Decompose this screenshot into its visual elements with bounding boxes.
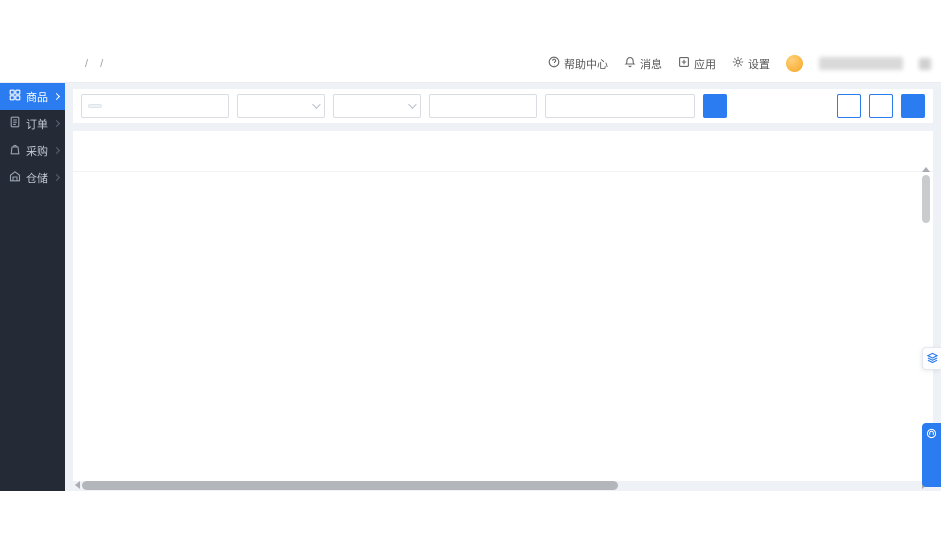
header-action-label: 帮助中心 <box>564 58 608 71</box>
product-table <box>73 146 933 172</box>
bell-icon <box>624 56 636 71</box>
supplier-select[interactable] <box>429 94 537 118</box>
category-tag <box>88 104 102 108</box>
header-action[interactable]: 帮助中心 <box>548 56 608 72</box>
header-extra-icon[interactable] <box>919 57 931 70</box>
warehouse-icon <box>9 170 21 185</box>
header-action[interactable]: 消息 <box>624 56 662 72</box>
header-action-label: 设置 <box>748 58 770 71</box>
horizontal-scrollbar[interactable] <box>75 480 927 490</box>
sidebar-item-goods[interactable]: 商品 <box>0 83 65 110</box>
scroll-left-icon[interactable] <box>75 481 80 489</box>
status-select[interactable] <box>237 94 325 118</box>
purchase-icon <box>9 143 21 158</box>
screenshot-canvas: / / 帮助中心 消息 应用 设置 商品 订单 采购 仓储 <box>0 0 941 542</box>
import-button[interactable] <box>837 94 861 118</box>
chevron-right-icon <box>52 92 61 101</box>
header-action[interactable]: 应用 <box>678 56 716 72</box>
horizontal-scroll-thumb[interactable] <box>82 480 619 490</box>
sidebar-item-warehouse[interactable]: 仓储 <box>0 164 65 191</box>
breadcrumb: / / <box>85 57 104 70</box>
tasks-floating-tab[interactable] <box>922 347 941 370</box>
app-window: / / 帮助中心 消息 应用 设置 商品 订单 采购 仓储 <box>0 45 941 492</box>
export-button[interactable] <box>869 94 893 118</box>
apps-icon <box>678 56 690 71</box>
headset-icon <box>926 428 937 439</box>
username-redacted <box>819 57 903 70</box>
chevron-down-icon <box>408 100 417 109</box>
type-select[interactable] <box>333 94 421 118</box>
product-table-card <box>73 131 933 481</box>
scroll-up-icon[interactable] <box>922 167 930 172</box>
order-icon <box>9 116 21 131</box>
header-action-group: 帮助中心 消息 应用 设置 <box>548 56 770 72</box>
sidebar-item-purchase[interactable]: 采购 <box>0 137 65 164</box>
sidebar-item-label: 商品 <box>26 91 48 104</box>
sidebar-item-label: 订单 <box>26 118 48 131</box>
bulk-actions-bar <box>73 131 933 146</box>
filter-bar <box>73 89 933 123</box>
header-action[interactable]: 设置 <box>732 56 770 72</box>
header-action-label: 应用 <box>694 58 716 71</box>
main-content <box>65 83 941 491</box>
goods-icon <box>9 89 21 104</box>
sidebar-nav: 商品 订单 采购 仓储 <box>0 83 65 491</box>
layers-icon <box>926 352 938 363</box>
gear-icon <box>732 56 744 71</box>
chevron-down-icon <box>312 100 321 109</box>
sidebar-item-label: 仓储 <box>26 172 48 185</box>
create-button[interactable] <box>901 94 925 118</box>
app-body: 商品 订单 采购 仓储 <box>0 83 941 491</box>
table-toolbar-right <box>837 94 925 118</box>
chevron-right-icon <box>52 146 61 155</box>
sidebar-item-order[interactable]: 订单 <box>0 110 65 137</box>
category-filter-input[interactable] <box>81 94 229 118</box>
table-header-row <box>73 146 933 172</box>
keyword-search-input[interactable] <box>545 94 695 118</box>
sidebar-item-label: 采购 <box>26 145 48 158</box>
top-header: / / 帮助中心 消息 应用 设置 <box>0 45 941 83</box>
user-avatar[interactable] <box>786 55 803 72</box>
contact-service-floating-tab[interactable] <box>922 423 941 487</box>
header-action-label: 消息 <box>640 58 662 71</box>
chevron-right-icon <box>52 173 61 182</box>
chevron-right-icon <box>52 119 61 128</box>
header-actions: 帮助中心 消息 应用 设置 <box>548 45 941 82</box>
vertical-scroll-thumb[interactable] <box>922 175 930 223</box>
help-icon <box>548 56 560 71</box>
brand-logo <box>0 45 65 82</box>
search-button[interactable] <box>703 94 727 118</box>
